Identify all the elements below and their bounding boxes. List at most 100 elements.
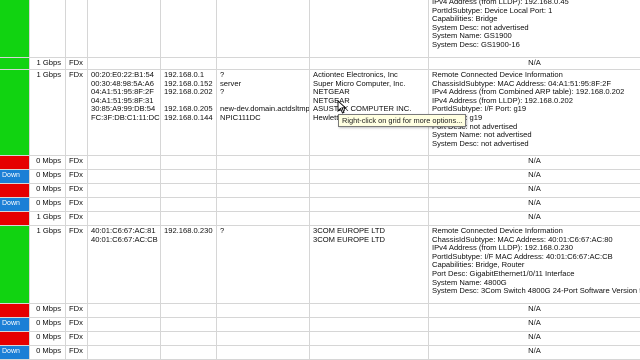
table-row[interactable]: Down 0 Mbps FDx N/A — [0, 346, 640, 360]
table-row[interactable]: 0 Mbps FDx N/A — [0, 332, 640, 346]
mac-cell — [88, 184, 161, 197]
dns-cell — [217, 170, 310, 183]
ip-cell — [161, 156, 217, 169]
speed-cell: 1 Gbps — [30, 226, 66, 303]
ip-cell — [161, 170, 217, 183]
dns-cell: ? — [217, 226, 310, 303]
table-row[interactable]: Down 0 Mbps FDx N/A — [0, 198, 640, 212]
speed-cell: 1 Gbps — [30, 212, 66, 225]
ip-cell: 192.168.0.230 — [161, 226, 217, 303]
duplex-cell: FDx — [66, 226, 88, 303]
duplex-cell: FDx — [66, 318, 88, 331]
ip-cell — [161, 212, 217, 225]
duplex-cell: FDx — [66, 198, 88, 211]
info-cell: N/A — [528, 332, 541, 341]
info-cell: N/A — [528, 346, 541, 355]
ip-cell — [161, 0, 217, 57]
mac-cell — [88, 212, 161, 225]
table-row[interactable]: 0 Mbps FDx N/A — [0, 304, 640, 318]
mac-cell: 40:01:C6:67:AC:81 40:01:C6:67:AC:CB — [88, 226, 161, 303]
vendor-cell: 3COM EUROPE LTD 3COM EUROPE LTD — [310, 226, 429, 303]
vendor-cell — [310, 184, 429, 197]
speed-cell — [30, 0, 66, 57]
status-indicator: Down — [0, 318, 29, 331]
dns-cell — [217, 332, 310, 345]
info-cell: Remote Connected Device Information Chas… — [432, 70, 625, 148]
vendor-cell — [310, 170, 429, 183]
vendor-cell — [310, 332, 429, 345]
status-cell — [0, 212, 30, 225]
vendor-cell — [310, 156, 429, 169]
ip-cell — [161, 346, 217, 359]
mouse-pointer-icon — [337, 100, 347, 114]
ip-cell: 192.168.0.1 192.168.0.152 192.168.0.202 … — [161, 70, 217, 155]
duplex-cell: FDx — [66, 212, 88, 225]
table-row[interactable]: 1 Gbps FDx N/A — [0, 212, 640, 226]
status-cell: Down — [0, 170, 30, 183]
status-indicator — [0, 184, 29, 197]
vendor-cell — [310, 198, 429, 211]
ip-cell — [161, 304, 217, 317]
table-row[interactable]: 0 Mbps FDx N/A — [0, 156, 640, 170]
speed-cell: 0 Mbps — [30, 346, 66, 359]
ip-cell — [161, 58, 217, 69]
mac-cell — [88, 58, 161, 69]
ip-cell — [161, 184, 217, 197]
speed-cell: 0 Mbps — [30, 184, 66, 197]
vendor-cell — [310, 212, 429, 225]
vendor-cell: Actiontec Electronics, Inc Super Micro C… — [310, 70, 429, 155]
speed-cell: 0 Mbps — [30, 318, 66, 331]
mac-cell: 00:20:E0:22:B1:54 00:30:48:98:5A:A6 04:A… — [88, 70, 161, 155]
status-cell: Down — [0, 318, 30, 331]
status-cell — [0, 156, 30, 169]
info-cell: Remote Connected Device Information Chas… — [432, 226, 640, 296]
dns-cell — [217, 212, 310, 225]
duplex-cell: FDx — [66, 332, 88, 345]
status-cell — [0, 0, 30, 57]
mac-cell — [88, 304, 161, 317]
table-row[interactable]: Down 0 Mbps FDx N/A — [0, 318, 640, 332]
info-cell: N/A — [528, 198, 541, 207]
status-cell: Down — [0, 198, 30, 211]
dns-cell: ? server ? new-dev.domain.actdsltmp NPIC… — [217, 70, 310, 155]
ip-cell — [161, 318, 217, 331]
dns-cell — [217, 156, 310, 169]
status-indicator — [0, 0, 29, 57]
vendor-cell — [310, 58, 429, 69]
speed-cell: 0 Mbps — [30, 304, 66, 317]
dns-cell — [217, 346, 310, 359]
vendor-cell — [310, 304, 429, 317]
port-grid[interactable]: IPv4 Address (from LLDP): 192.168.0.45 P… — [0, 0, 640, 360]
info-cell: IPv4 Address (from LLDP): 192.168.0.45 P… — [432, 0, 569, 49]
table-row[interactable]: 1 Gbps FDx 40:01:C6:67:AC:81 40:01:C6:67… — [0, 226, 640, 304]
table-row[interactable]: 0 Mbps FDx N/A — [0, 184, 640, 198]
mac-cell — [88, 318, 161, 331]
duplex-cell: FDx — [66, 58, 88, 69]
status-cell — [0, 226, 30, 303]
mac-cell — [88, 170, 161, 183]
vendor-cell — [310, 346, 429, 359]
speed-cell: 0 Mbps — [30, 170, 66, 183]
status-indicator — [0, 58, 29, 69]
mac-cell — [88, 346, 161, 359]
info-cell: N/A — [528, 170, 541, 179]
duplex-cell: FDx — [66, 156, 88, 169]
dns-cell — [217, 304, 310, 317]
table-row[interactable]: 1 Gbps FDx N/A — [0, 58, 640, 70]
speed-cell: 0 Mbps — [30, 332, 66, 345]
speed-cell: 1 Gbps — [30, 58, 66, 69]
mac-cell — [88, 156, 161, 169]
info-cell: N/A — [528, 184, 541, 193]
duplex-cell: FDx — [66, 346, 88, 359]
ip-cell — [161, 332, 217, 345]
table-row[interactable]: 1 Gbps FDx 00:20:E0:22:B1:54 00:30:48:98… — [0, 70, 640, 156]
duplex-cell: FDx — [66, 170, 88, 183]
status-indicator — [0, 332, 29, 345]
status-cell — [0, 70, 30, 155]
status-indicator — [0, 226, 29, 303]
table-row[interactable]: Down 0 Mbps FDx N/A — [0, 170, 640, 184]
table-row[interactable]: IPv4 Address (from LLDP): 192.168.0.45 P… — [0, 0, 640, 58]
info-cell: N/A — [528, 156, 541, 165]
dns-cell — [217, 0, 310, 57]
mac-cell — [88, 332, 161, 345]
